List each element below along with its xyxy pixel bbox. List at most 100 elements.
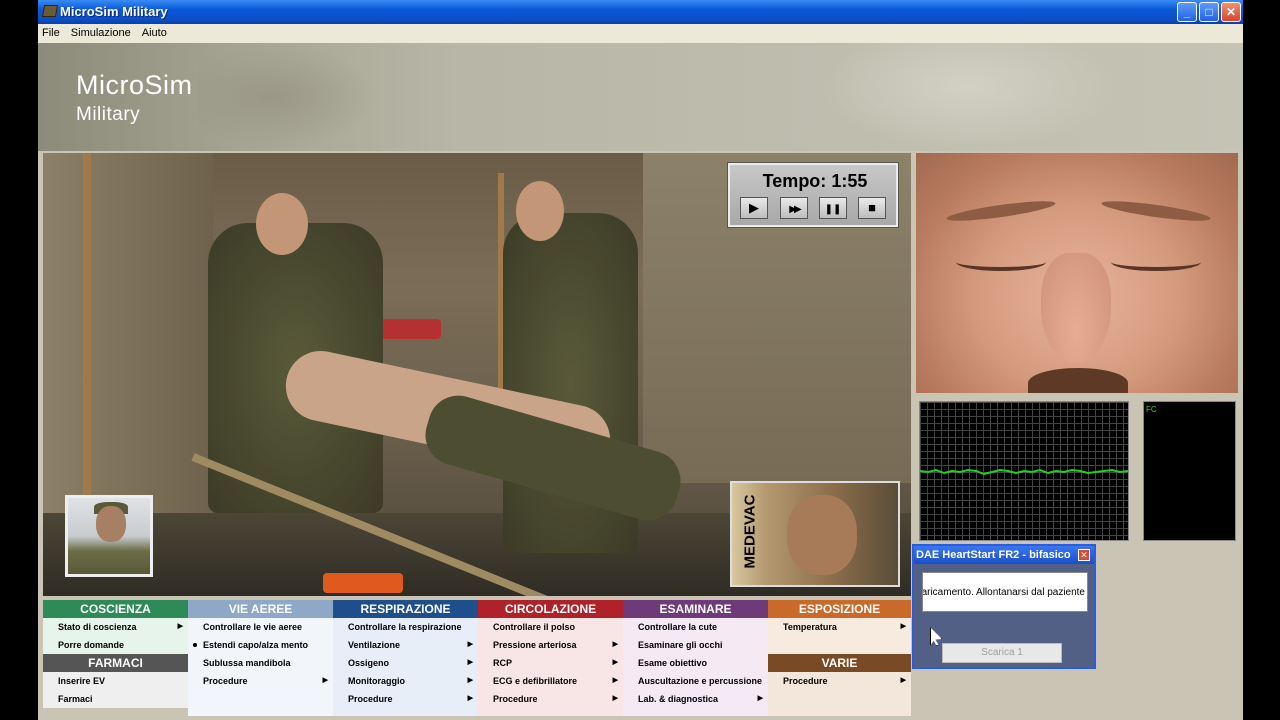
chevron-right-icon: ▶	[467, 641, 473, 648]
item-label: Monitoraggio	[348, 676, 405, 686]
item-label: Controllare le vie aeree	[203, 622, 303, 632]
timer-label: Tempo:	[762, 171, 827, 191]
chevron-right-icon: ▶	[467, 659, 473, 666]
fc-label: FC	[1146, 405, 1157, 414]
aed-message-display: Caricamento. Allontanarsi dal paziente	[922, 572, 1088, 612]
item-label: RCP	[493, 658, 513, 668]
item-label: Stato di coscienza	[58, 622, 137, 632]
aed-shock-button[interactable]: Scarica 1	[942, 643, 1062, 663]
item-label: Procedure	[493, 694, 538, 704]
item-label: Auscultazione e percussione	[638, 676, 763, 686]
menu-item-controllare-respirazione[interactable]: Controllare la respirazione	[333, 618, 478, 636]
window-title: MicroSim Military	[60, 4, 168, 19]
aed-close-button[interactable]: ✕	[1078, 549, 1090, 561]
patient-brow	[1100, 197, 1212, 225]
soldier-face	[96, 506, 126, 542]
pause-icon: ❚❚	[824, 204, 842, 215]
menu-item-inserire-ev[interactable]: Inserire EV	[43, 672, 188, 690]
chevron-right-icon: ▶	[612, 641, 618, 648]
menu-item-monitoraggio[interactable]: Monitoraggio ▶	[333, 672, 478, 690]
menu-item-farmaci[interactable]: Farmaci	[43, 690, 188, 708]
menu-item-procedure[interactable]: Procedure ▶	[768, 672, 911, 690]
chevron-right-icon: ▶	[322, 677, 328, 684]
menu-file[interactable]: File	[38, 24, 64, 39]
menu-item-temperatura[interactable]: Temperatura ▶	[768, 618, 911, 636]
aed-dialog-title: DAE HeartStart FR2 - bifasico	[914, 546, 1094, 564]
defibrillator[interactable]	[381, 319, 441, 339]
menu-item-ventilazione[interactable]: Ventilazione ▶	[333, 636, 478, 654]
panel-vie-aeree: VIE AEREE Controllare le vie aeree Esten…	[188, 600, 333, 716]
menu-item-procedure[interactable]: Procedure ▶	[188, 672, 333, 690]
medevac-button[interactable]: MEDEVAC	[730, 481, 900, 587]
menu-item-ossigeno[interactable]: Ossigeno ▶	[333, 654, 478, 672]
menu-item-procedure[interactable]: Procedure ▶	[333, 690, 478, 708]
panel-coscienza: COSCIENZA Stato di coscienza ▶ Porre doma…	[43, 600, 188, 716]
team-leader-portrait[interactable]	[65, 495, 153, 577]
panel-respirazione: RESPIRAZIONE Controllare la respirazione…	[333, 600, 478, 716]
close-button[interactable]: ✕	[1221, 2, 1241, 22]
item-label: Esame obiettivo	[638, 658, 708, 668]
chevron-right-icon: ▶	[757, 695, 763, 702]
item-label: Procedure	[348, 694, 393, 704]
menu-item-ecg-defibrillatore[interactable]: ECG e defibrillatore ▶	[478, 672, 623, 690]
menu-item-controllare-vie-aeree[interactable]: Controllare le vie aeree	[188, 618, 333, 636]
menu-aiuto[interactable]: Aiuto	[138, 24, 171, 39]
app-icon	[41, 5, 59, 17]
panel-esposizione: ESPOSIZIONE Temperatura ▶ VARIE Procedure…	[768, 600, 911, 716]
item-label: Ossigeno	[348, 658, 390, 668]
fast-forward-button[interactable]: ▶▶	[780, 197, 808, 219]
medevac-label: MEDEVAC	[741, 494, 759, 569]
menu-item-procedure[interactable]: Procedure ▶	[478, 690, 623, 708]
menu-item-auscultazione[interactable]: Auscultazione e percussione	[623, 672, 768, 690]
item-label: Lab. & diagnostica	[638, 694, 719, 704]
panel-varie-header: VARIE	[768, 654, 911, 672]
banner-decoration	[198, 43, 378, 151]
chevron-right-icon: ▶	[900, 677, 906, 684]
chevron-right-icon: ▶	[467, 695, 473, 702]
minimize-button[interactable]: _	[1177, 2, 1197, 22]
item-label: Temperatura	[783, 622, 837, 632]
item-label: Ventilazione	[348, 640, 401, 650]
menu-item-esaminare-occhi[interactable]: Esaminare gli occhi	[623, 636, 768, 654]
item-label: Pressione arteriosa	[493, 640, 577, 650]
menu-item-lab-diagnostica[interactable]: Lab. & diagnostica ▶	[623, 690, 768, 708]
app-window: MicroSim Military _ □ ✕ File Simulazione…	[38, 0, 1243, 720]
stop-button[interactable]: ■	[858, 197, 886, 219]
menu-item-controllare-cute[interactable]: Controllare la cute	[623, 618, 768, 636]
menu-item-porre-domande[interactable]: Porre domande	[43, 636, 188, 654]
item-label: Estendi capo/alza mento	[203, 640, 309, 650]
item-label: Procedure	[783, 676, 828, 686]
patient-face-view	[916, 153, 1238, 393]
menu-item-pressione-arteriosa[interactable]: Pressione arteriosa ▶	[478, 636, 623, 654]
tent-pole	[83, 153, 91, 513]
action-panels: COSCIENZA Stato di coscienza ▶ Porre doma…	[43, 600, 911, 716]
logo-subtitle: Military	[76, 104, 141, 125]
play-button[interactable]: ▶	[740, 197, 768, 219]
menu-item-stato-coscienza[interactable]: Stato di coscienza ▶	[43, 618, 188, 636]
menu-item-esame-obiettivo[interactable]: Esame obiettivo	[623, 654, 768, 672]
banner-decoration	[818, 43, 1118, 151]
pause-button[interactable]: ❚❚	[819, 197, 847, 219]
panel-coscienza-header: COSCIENZA	[43, 600, 188, 618]
chevron-right-icon: ▶	[612, 659, 618, 666]
item-label: Sublussa mandibola	[203, 658, 291, 668]
panel-respirazione-header: RESPIRAZIONE	[333, 600, 478, 618]
title-bar[interactable]: MicroSim Military _ □ ✕	[38, 0, 1243, 24]
menu-item-controllare-polso[interactable]: Controllare il polso	[478, 618, 623, 636]
item-label: Porre domande	[58, 640, 125, 650]
menu-item-sublussa-mandibola[interactable]: Sublussa mandibola	[188, 654, 333, 672]
chevron-right-icon: ▶	[612, 677, 618, 684]
orange-bag	[323, 573, 403, 593]
simulation-scene[interactable]: Tempo: 1:55 ▶ ▶▶ ❚❚ ■ MEDEVAC	[43, 153, 911, 596]
menu-item-rcp[interactable]: RCP ▶	[478, 654, 623, 672]
menu-simulazione[interactable]: Simulazione	[67, 24, 135, 39]
item-label: Esaminare gli occhi	[638, 640, 723, 650]
chevron-right-icon: ▶	[467, 677, 473, 684]
item-label: Controllare la respirazione	[348, 622, 462, 632]
maximize-button[interactable]: □	[1199, 2, 1219, 22]
panel-circolazione-header: CIRCOLAZIONE	[478, 600, 623, 618]
menu-item-estendi-capo[interactable]: Estendi capo/alza mento	[188, 636, 333, 654]
patient-eye-closed	[956, 253, 1046, 271]
item-label: Controllare il polso	[493, 622, 576, 632]
patient-nose	[1041, 253, 1111, 363]
